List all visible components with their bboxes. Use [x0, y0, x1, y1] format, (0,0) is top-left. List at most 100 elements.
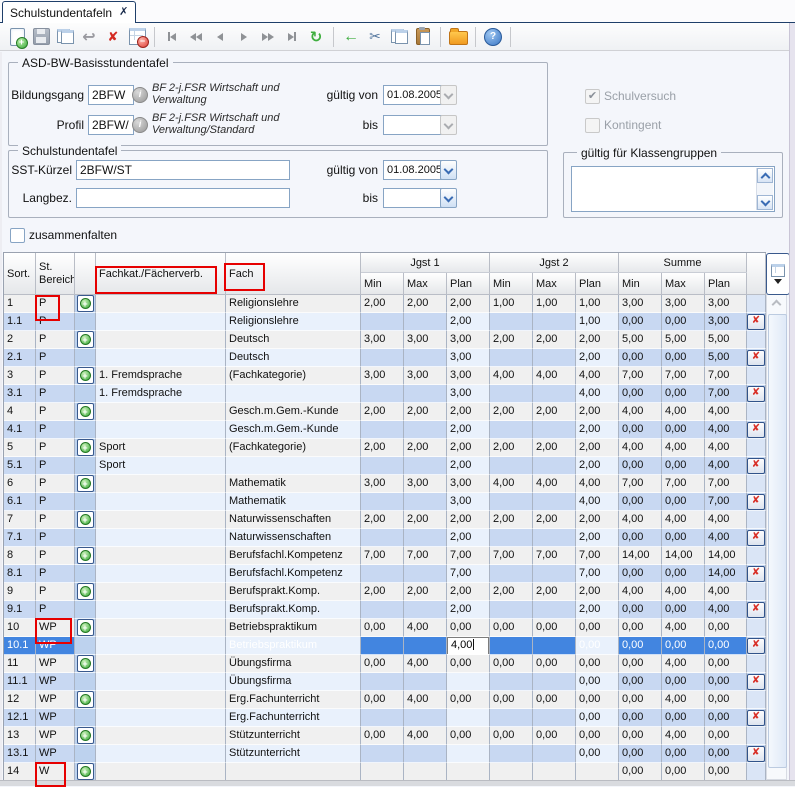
nav-prev-button[interactable] — [208, 26, 232, 48]
scroll-down-button[interactable] — [757, 195, 773, 210]
column-header-min[interactable]: Min — [361, 273, 404, 295]
add-subrow-button[interactable]: + — [77, 583, 94, 600]
column-header-plan[interactable]: Plan — [705, 273, 747, 295]
remove-dataset-button[interactable]: − — [125, 26, 149, 48]
table-row[interactable]: 5P+Sport(Fachkategorie)2,002,002,002,002… — [4, 439, 766, 457]
tab-schulstundentafeln[interactable]: Schulstundentafeln ✗ — [2, 1, 136, 23]
column-header-st-bereich[interactable]: St.Bereich — [36, 253, 75, 295]
table-row[interactable]: 5.1PSport2,002,000,000,004,00✘ — [4, 457, 766, 475]
bis-field[interactable] — [383, 115, 443, 135]
help-button[interactable]: ? — [481, 26, 505, 48]
new-button[interactable]: + — [5, 26, 29, 48]
back-button[interactable]: ← — [339, 26, 363, 48]
table-row[interactable]: 11WP+Übungsfirma0,004,000,000,000,000,00… — [4, 655, 766, 673]
table-row[interactable]: 11.1WPÜbungsfirma0,000,000,000,00✘ — [4, 673, 766, 691]
table-row[interactable]: 10.1WPBetriebspraktikum4,000,000,000,000… — [4, 637, 766, 655]
nav-first-button[interactable] — [160, 26, 184, 48]
bildungsgang-field[interactable]: 2BFW — [88, 85, 134, 105]
add-subrow-button[interactable]: + — [77, 331, 94, 348]
table-row[interactable]: 13WP+Stützunterricht0,004,000,000,000,00… — [4, 727, 766, 745]
table-row[interactable]: 1.1PReligionslehre2,001,000,000,003,00✘ — [4, 313, 766, 331]
bis-dropdown[interactable] — [440, 115, 457, 135]
sst-kuerzel-field[interactable]: 2BFW/ST — [76, 160, 290, 180]
close-icon[interactable]: ✗ — [119, 7, 128, 18]
column-header-min[interactable]: Min — [490, 273, 533, 295]
table-row[interactable]: 12.1WPErg.Fachunterricht0,000,000,000,00… — [4, 709, 766, 727]
table-row[interactable]: 14W+0,000,000,00 — [4, 763, 766, 781]
delete-row-button[interactable]: ✘ — [747, 530, 765, 546]
list-scrollbar[interactable] — [756, 168, 773, 210]
column-header-max[interactable]: Max — [404, 273, 447, 295]
delete-row-button[interactable]: ✘ — [747, 422, 765, 438]
add-subrow-button[interactable]: + — [77, 691, 94, 708]
add-subrow-button[interactable]: + — [77, 655, 94, 672]
nav-prev-fast-button[interactable] — [184, 26, 208, 48]
add-subrow-button[interactable]: + — [77, 367, 94, 384]
table-row[interactable]: 13.1WPStützunterricht0,000,000,000,00✘ — [4, 745, 766, 763]
table-row[interactable]: 8.1PBerufsfachl.Kompetenz7,007,000,000,0… — [4, 565, 766, 583]
langbez-field[interactable] — [76, 188, 290, 208]
table-row[interactable]: 7.1PNaturwissenschaften2,002,000,000,004… — [4, 529, 766, 547]
add-subrow-button[interactable]: + — [77, 727, 94, 744]
zusammenfalten-checkbox[interactable] — [10, 228, 25, 243]
nav-next-button[interactable] — [232, 26, 256, 48]
delete-row-button[interactable]: ✘ — [747, 710, 765, 726]
column-header-max[interactable]: Max — [533, 273, 576, 295]
add-subrow-button[interactable]: + — [77, 763, 94, 780]
add-subrow-button[interactable]: + — [77, 511, 94, 528]
table-row[interactable]: 1P+Religionslehre2,002,002,001,001,001,0… — [4, 295, 766, 313]
table-row[interactable]: 8P+Berufsfachl.Kompetenz7,007,007,007,00… — [4, 547, 766, 565]
profil-field[interactable]: 2BFW/ — [88, 115, 134, 135]
nav-last-button[interactable] — [280, 26, 304, 48]
column-header-fach[interactable]: Fach — [226, 253, 361, 295]
column-header-plan[interactable]: Plan — [576, 273, 619, 295]
scrollbar-thumb[interactable] — [768, 314, 787, 768]
gueltig-von-dropdown[interactable] — [440, 160, 457, 180]
delete-row-button[interactable]: ✘ — [747, 746, 765, 762]
save-button[interactable] — [29, 26, 53, 48]
delete-row-button[interactable]: ✘ — [747, 458, 765, 474]
refresh-button[interactable]: ↻ — [304, 26, 328, 48]
column-header-fachkat[interactable]: Fachkat./Fächerverb. — [96, 253, 226, 295]
table-row[interactable]: 9P+Berufsprakt.Komp.2,002,002,002,002,00… — [4, 583, 766, 601]
table-row[interactable]: 3P+1. Fremdsprache(Fachkategorie)3,003,0… — [4, 367, 766, 385]
copy-button[interactable] — [387, 26, 411, 48]
table-row[interactable]: 6.1PMathematik3,004,000,000,007,00✘ — [4, 493, 766, 511]
delete-row-button[interactable]: ✘ — [747, 350, 765, 366]
table-row[interactable]: 9.1PBerufsprakt.Komp.2,002,000,000,004,0… — [4, 601, 766, 619]
scroll-up-button[interactable] — [757, 168, 773, 183]
table-row[interactable]: 2P+Deutsch3,003,003,002,002,002,005,005,… — [4, 331, 766, 349]
nav-next-fast-button[interactable] — [256, 26, 280, 48]
delete-row-button[interactable]: ✘ — [747, 314, 765, 330]
kontingent-checkbox[interactable] — [585, 118, 600, 133]
delete-row-button[interactable]: ✘ — [747, 638, 765, 654]
add-subrow-button[interactable]: + — [77, 439, 94, 456]
cell-editor[interactable]: 4,00 — [447, 637, 489, 655]
delete-row-button[interactable]: ✘ — [747, 602, 765, 618]
scroll-up-button[interactable] — [766, 296, 787, 310]
column-header-sort[interactable]: Sort. — [4, 253, 36, 295]
delete-row-button[interactable]: ✘ — [747, 494, 765, 510]
add-subrow-button[interactable]: + — [77, 547, 94, 564]
delete-row-button[interactable]: ✘ — [747, 674, 765, 690]
column-header-max[interactable]: Max — [662, 273, 705, 295]
column-header-plan[interactable]: Plan — [447, 273, 490, 295]
folder-button[interactable] — [446, 26, 470, 48]
add-subrow-button[interactable]: + — [77, 619, 94, 636]
table-row[interactable]: 6P+Mathematik3,003,003,004,004,004,007,0… — [4, 475, 766, 493]
table-row[interactable]: 4P+Gesch.m.Gem.-Kunde2,002,002,002,002,0… — [4, 403, 766, 421]
gueltig-von-field[interactable]: 01.08.2005 — [383, 85, 443, 105]
table-row[interactable]: 3.1P1. Fremdsprache3,004,000,000,007,00✘ — [4, 385, 766, 403]
table-row[interactable]: 4.1PGesch.m.Gem.-Kunde2,002,000,000,004,… — [4, 421, 766, 439]
column-chooser-button[interactable] — [766, 253, 790, 295]
undo-button[interactable]: ↩ — [77, 26, 101, 48]
paste-button[interactable] — [411, 26, 435, 48]
delete-row-button[interactable]: ✘ — [747, 386, 765, 402]
schulversuch-checkbox[interactable]: ✔ — [585, 89, 600, 104]
table-row[interactable]: 12WP+Erg.Fachunterricht0,004,000,000,000… — [4, 691, 766, 709]
cut-button[interactable]: ✂ — [363, 26, 387, 48]
delete-row-button[interactable]: ✘ — [747, 566, 765, 582]
bis-dropdown[interactable] — [440, 188, 457, 208]
column-header-min[interactable]: Min — [619, 273, 662, 295]
gueltig-von-dropdown[interactable] — [440, 85, 457, 105]
